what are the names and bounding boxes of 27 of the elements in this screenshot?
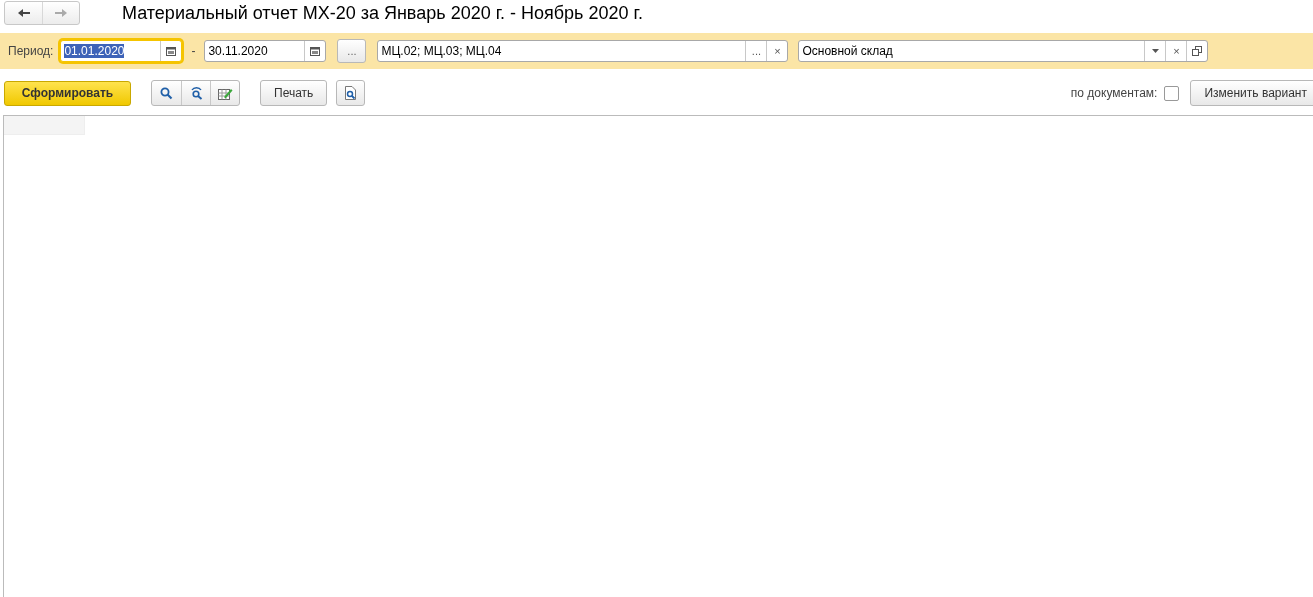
- open-window-icon: [1192, 46, 1203, 56]
- print-button[interactable]: Печать: [260, 80, 328, 106]
- warehouses-field[interactable]: МЦ.02; МЦ.03; МЦ.04 ... ×: [377, 40, 789, 62]
- by-documents-checkbox[interactable]: [1164, 85, 1180, 101]
- print-preview-button[interactable]: [336, 80, 366, 106]
- window-title: Материальный отчет МХ-20 за Январь 2020 г. - Ноябрь 2020 г.: [122, 2, 643, 24]
- caret-icon: [1151, 49, 1159, 53]
- period-label: Период:: [8, 44, 54, 58]
- by-documents-label: по документам:: [1070, 86, 1158, 100]
- generate-button[interactable]: Сформировать: [4, 80, 131, 106]
- period-select-button[interactable]: ...: [337, 39, 367, 63]
- period-separator: -: [191, 44, 196, 58]
- document-search-icon: [344, 86, 357, 100]
- calendar-icon: [310, 46, 321, 56]
- forward-arrow-icon: [54, 8, 68, 18]
- select-button[interactable]: ...: [745, 41, 767, 61]
- back-arrow-icon: [16, 8, 31, 18]
- change-variant-button[interactable]: Изменить вариант: [1190, 80, 1313, 106]
- clear-button[interactable]: ×: [1165, 41, 1187, 61]
- clear-button[interactable]: ×: [766, 41, 788, 61]
- storage-field[interactable]: Основной склад ×: [798, 40, 1209, 62]
- calendar-icon: [166, 46, 177, 56]
- search-repeat-icon: [189, 86, 203, 100]
- date-to-field[interactable]: 30.11.2020: [204, 40, 327, 62]
- date-from-field[interactable]: 01.01.2020: [60, 40, 183, 62]
- search-icon: [160, 86, 173, 100]
- table-pencil-icon: [217, 86, 233, 100]
